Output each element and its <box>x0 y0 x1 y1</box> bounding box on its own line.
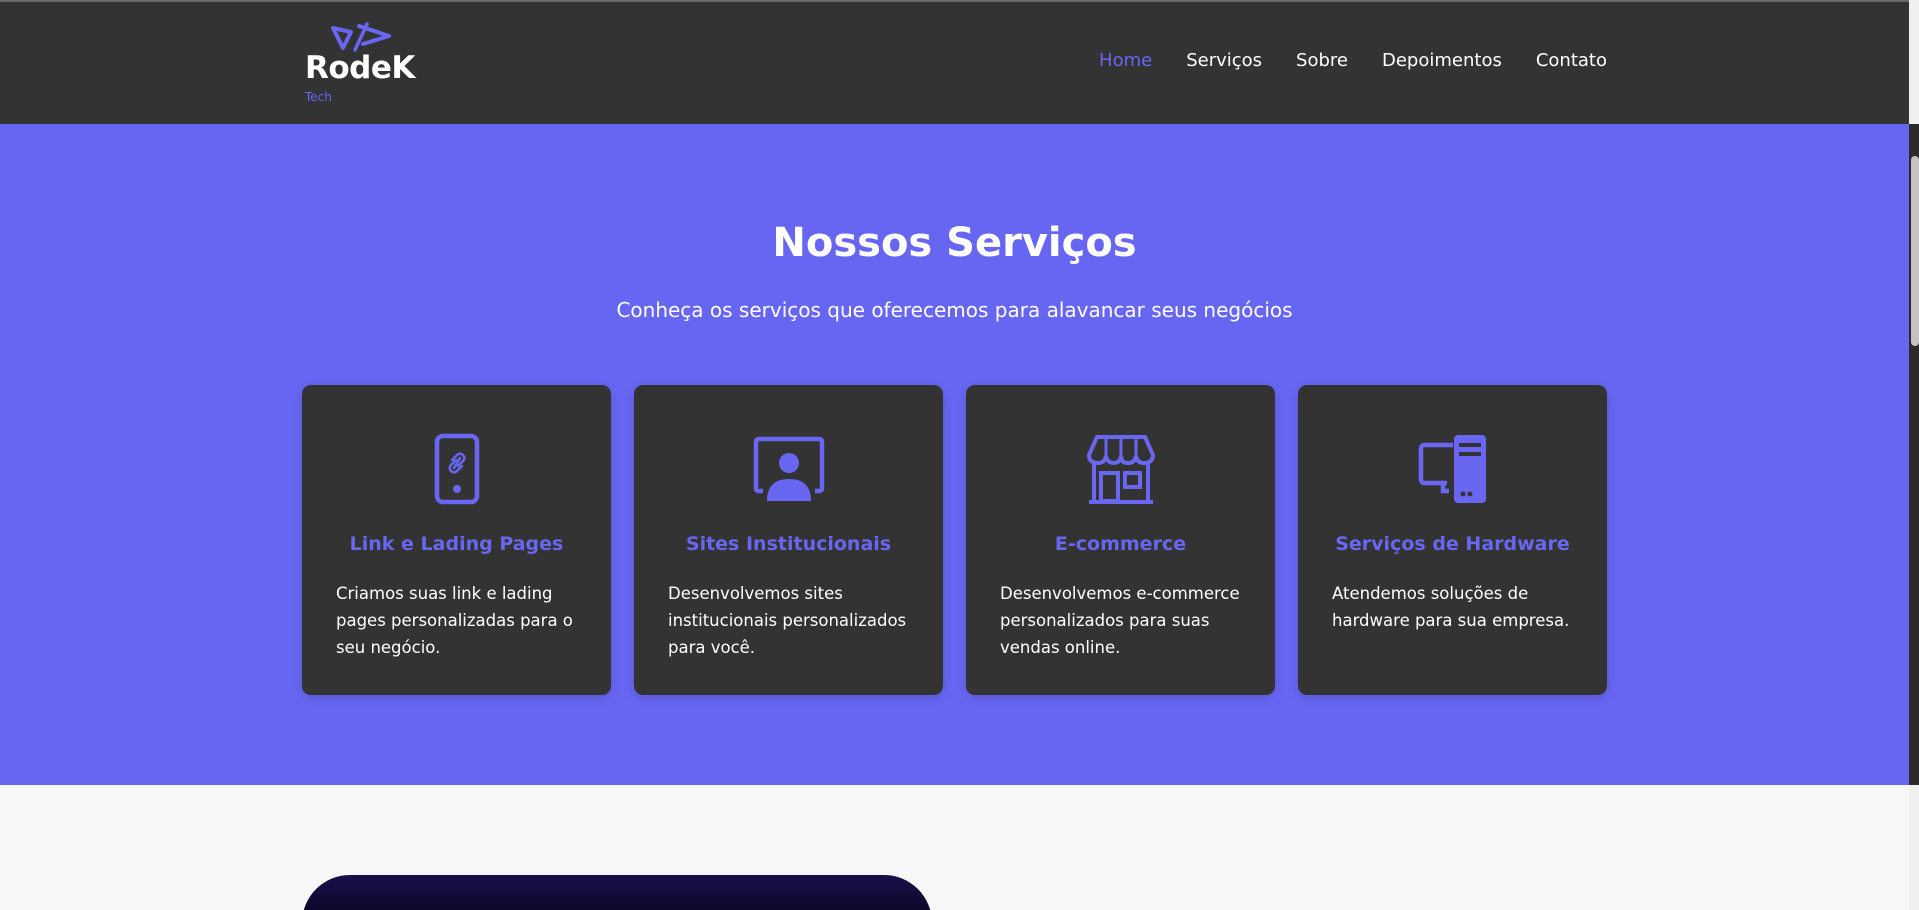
computer-hardware-icon <box>1418 435 1486 503</box>
brand-logo[interactable]: RodeK Tech <box>305 20 425 110</box>
services-section: Nossos Serviços Conheça os serviços que … <box>0 124 1909 785</box>
nav-link-sobre[interactable]: Sobre <box>1296 50 1348 71</box>
service-card-text: Criamos suas link e lading pages persona… <box>336 584 573 657</box>
service-card-title: E-commerce <box>1054 533 1187 555</box>
nav-link-depoimentos[interactable]: Depoimentos <box>1382 50 1502 71</box>
nav-link-home[interactable]: Home <box>1099 50 1152 71</box>
nav-link-servicos[interactable]: Serviços <box>1186 50 1262 71</box>
service-card-institutional-sites[interactable]: Sites Institucionais Desenvolvemos sites… <box>634 385 943 695</box>
service-card-text: Desenvolvemos sites institucionais perso… <box>668 584 907 657</box>
services-title: Nossos Serviços <box>772 220 1137 266</box>
services-subtitle: Conheça os serviços que oferecemos para … <box>616 298 1293 322</box>
brand-name: RodeK <box>305 50 415 86</box>
service-card-hardware[interactable]: Serviços de Hardware Atendemos soluções … <box>1298 385 1607 695</box>
mobile-link-icon <box>434 433 479 505</box>
site-header: RodeK Tech Home Serviços Sobre Depoiment… <box>0 2 1909 124</box>
service-card-text: Atendemos soluções de hardware para sua … <box>1332 584 1570 630</box>
service-card-title: Sites Institucionais <box>685 533 892 555</box>
service-card-title: Link e Lading Pages <box>349 533 564 555</box>
service-card-ecommerce[interactable]: E-commerce Desenvolvemos e-commerce pers… <box>966 385 1275 695</box>
service-card-landing-pages[interactable]: Link e Lading Pages Criamos suas link e … <box>302 385 611 695</box>
about-image <box>302 875 932 910</box>
service-card-title: Serviços de Hardware <box>1335 533 1570 555</box>
main-navigation: Home Serviços Sobre Depoimentos Contato <box>1099 50 1607 71</box>
service-card-text: Desenvolvemos e-commerce personalizados … <box>1000 584 1240 657</box>
store-icon <box>1086 435 1155 504</box>
scrollbar-thumb[interactable] <box>1911 156 1919 346</box>
nav-link-contato[interactable]: Contato <box>1536 50 1607 71</box>
services-cards: Link e Lading Pages Criamos suas link e … <box>302 385 1607 695</box>
brand-subtitle: Tech <box>305 90 332 104</box>
user-screen-icon <box>753 436 824 501</box>
